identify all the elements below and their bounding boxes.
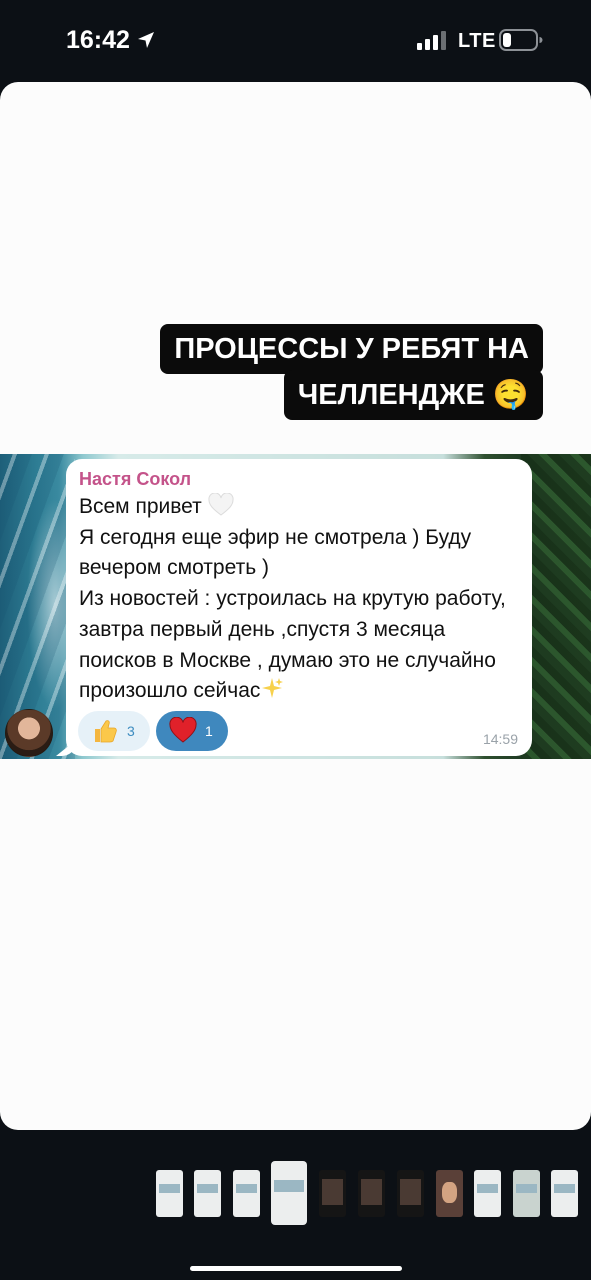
story-thumbnail[interactable] (513, 1170, 540, 1217)
story-thumbnail[interactable] (358, 1170, 385, 1217)
reaction-heart[interactable]: 1 (156, 711, 228, 751)
message-time: 14:59 (482, 731, 518, 747)
reaction-thumbs-up[interactable]: 3 (78, 711, 150, 751)
battery-icon (499, 29, 543, 51)
message-line-2: Я сегодня еще эфир не смотрела ) Буду ве… (79, 525, 472, 580)
story-thumbnail[interactable] (194, 1170, 221, 1217)
story-thumbnail[interactable] (156, 1170, 183, 1217)
caption-line-1: ПРОЦЕССЫ У РЕБЯТ НА (160, 324, 543, 374)
sparkles-icon (262, 678, 284, 699)
story-thumbnail-active[interactable] (271, 1161, 307, 1225)
thumbs-up-icon (95, 720, 117, 743)
white-heart-icon (208, 493, 234, 516)
home-indicator[interactable] (190, 1266, 402, 1271)
story-card[interactable]: ПРОЦЕССЫ У РЕБЯТ НА ЧЕЛЛЕНДЖЕ 🤤 Настя Со… (0, 82, 591, 1130)
message-line-3: Из новостей : устроилась на крутую работ… (79, 587, 506, 703)
sender-name: Настя Сокол (79, 469, 192, 489)
story-caption: ПРОЦЕССЫ У РЕБЯТ НА ЧЕЛЛЕНДЖЕ 🤤 (0, 324, 591, 420)
message-text: Всем привет Я сегодня еще эфир не смотре… (79, 492, 524, 707)
network-label: LTE (458, 30, 496, 52)
caption-line-2: ЧЕЛЛЕНДЖЕ 🤤 (283, 370, 543, 420)
story-thumbnail-strip (0, 1130, 591, 1280)
location-arrow-icon (138, 32, 154, 48)
status-bar: 16:42 LTE (0, 0, 591, 82)
story-thumbnail[interactable] (551, 1170, 578, 1217)
story-thumbnail[interactable] (436, 1170, 463, 1217)
reaction-count: 1 (205, 723, 213, 739)
red-heart-icon (169, 717, 197, 743)
story-thumbnail[interactable] (397, 1170, 424, 1217)
chat-screenshot: Настя Сокол Всем привет Я сегодня еще эф… (0, 454, 591, 759)
story-thumbnail[interactable] (319, 1170, 346, 1217)
story-thumbnail[interactable] (474, 1170, 501, 1217)
status-time: 16:42 (66, 26, 130, 54)
avatar (5, 709, 53, 757)
message-line-1: Всем привет (79, 495, 202, 518)
reaction-count: 3 (127, 723, 135, 739)
signal-icon (417, 31, 446, 50)
story-thumbnail[interactable] (233, 1170, 260, 1217)
message-bubble: Настя Сокол Всем привет Я сегодня еще эф… (66, 459, 532, 756)
